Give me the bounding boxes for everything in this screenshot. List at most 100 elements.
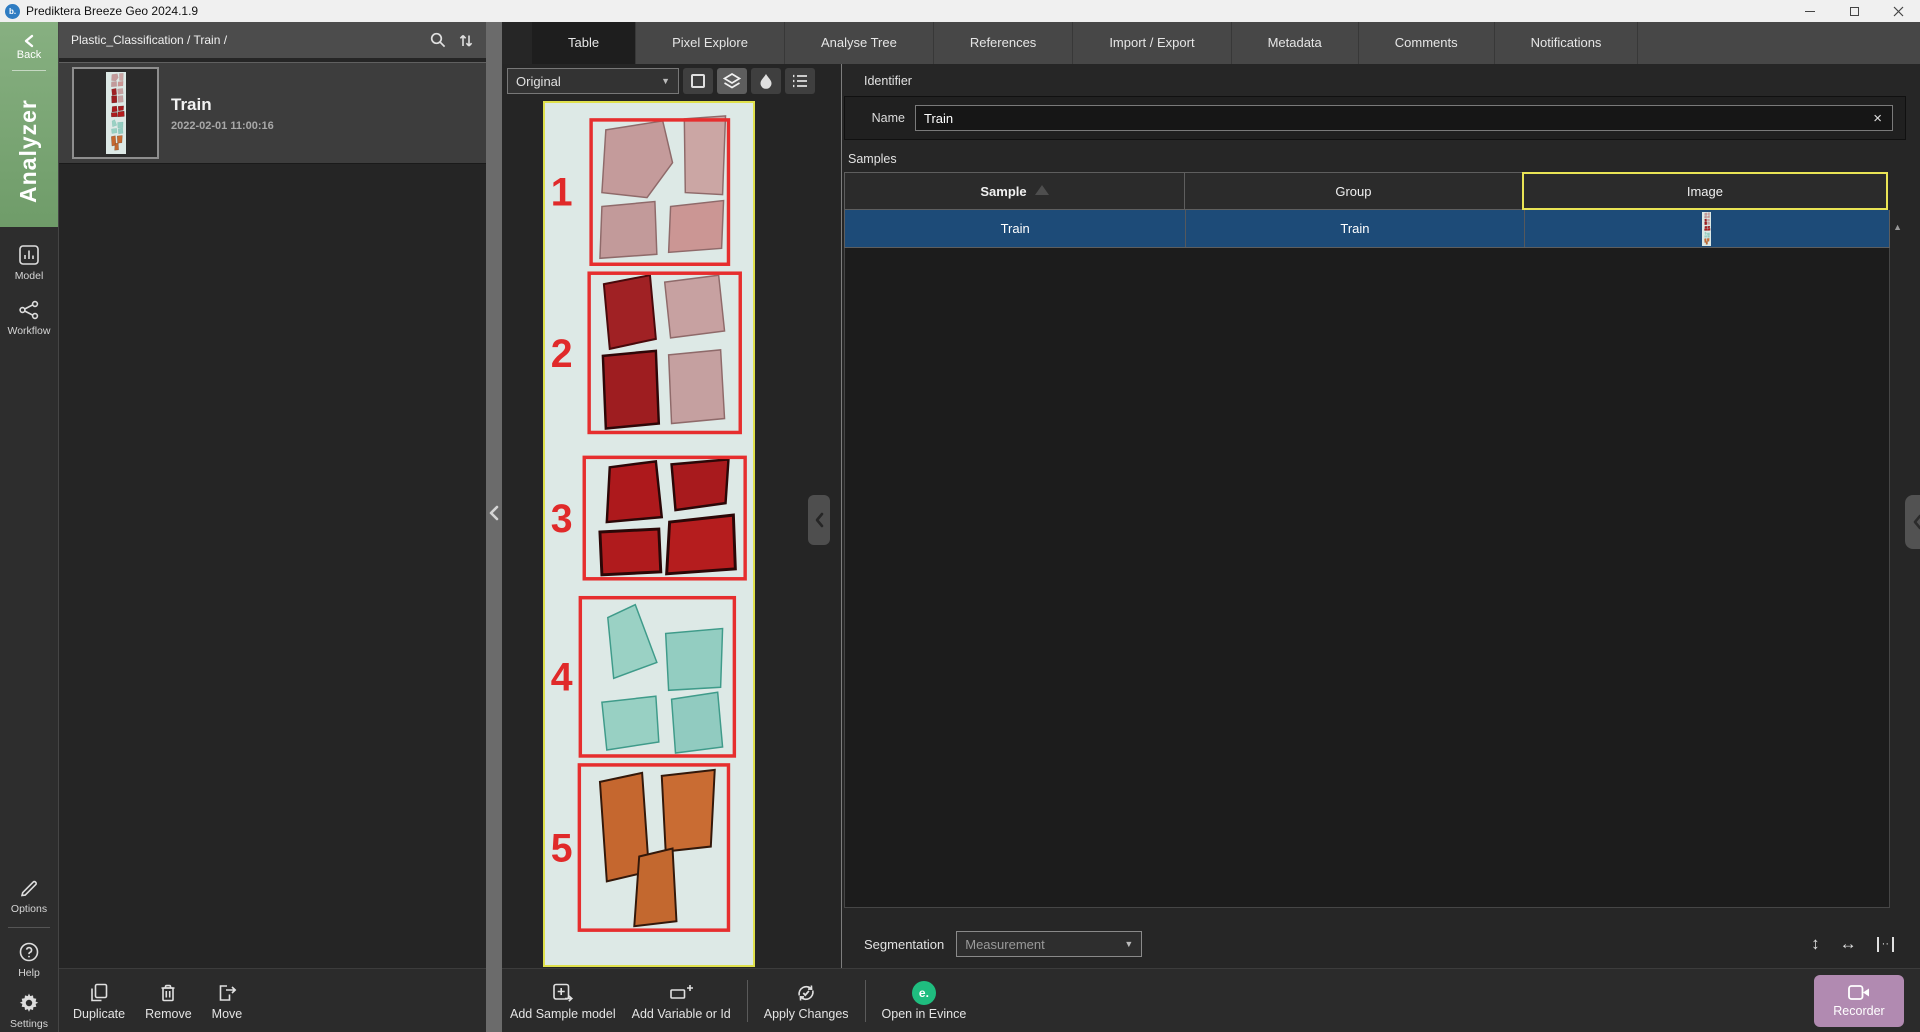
divider bbox=[12, 70, 46, 71]
sidebar-item-model[interactable]: Model bbox=[0, 243, 58, 282]
model-chart-icon bbox=[19, 245, 39, 265]
help-circle-icon bbox=[19, 942, 39, 962]
open-in-evince-button[interactable]: e. Open in Evince bbox=[881, 980, 967, 1021]
contrast-drop-button[interactable] bbox=[751, 68, 781, 94]
file-panel-header: Plastic_Classification / Train / bbox=[59, 22, 486, 58]
trash-icon bbox=[161, 984, 175, 1001]
tab-bar-lead bbox=[502, 22, 532, 64]
column-header-sample[interactable]: Sample bbox=[844, 172, 1185, 210]
divider bbox=[864, 979, 866, 1022]
selection-square-button[interactable] bbox=[683, 68, 713, 94]
collapse-left-icon bbox=[489, 505, 499, 521]
list-item-train[interactable]: Train 2022-02-01 11:00:16 bbox=[59, 62, 486, 164]
open-in-evince-label: Open in Evince bbox=[881, 1006, 967, 1021]
contrast-drop-icon bbox=[760, 74, 772, 89]
tab-metadata[interactable]: Metadata bbox=[1232, 22, 1359, 64]
add-sample-model-button[interactable]: Add Sample model bbox=[510, 981, 616, 1021]
sidebar-item-label: Workflow bbox=[7, 325, 51, 337]
collapse-viewer-handle[interactable] bbox=[808, 495, 830, 545]
resize-vertical-icon[interactable]: ↕ bbox=[1811, 934, 1820, 954]
identifier-panel: Name Train × bbox=[844, 96, 1906, 140]
resize-horizontal-icon[interactable]: ↔ bbox=[1840, 934, 1857, 954]
sidebar-item-label: Settings bbox=[10, 1018, 48, 1030]
move-button[interactable]: Move bbox=[212, 981, 242, 1021]
tab-comments[interactable]: Comments bbox=[1359, 22, 1495, 64]
sidebar-item-options[interactable]: Options bbox=[0, 876, 58, 915]
layer-select[interactable]: Original ▼ bbox=[507, 68, 679, 94]
segmentation-row: Segmentation Measurement ▼ ↕ ↔ ·· bbox=[842, 920, 1920, 968]
sidebar-item-workflow[interactable]: Workflow bbox=[0, 298, 58, 337]
name-input[interactable]: Train × bbox=[915, 105, 1893, 131]
row-strip-thumbnail bbox=[1702, 211, 1712, 246]
add-variable-button[interactable]: Add Variable or Id bbox=[632, 981, 731, 1021]
tab-references[interactable]: References bbox=[934, 22, 1074, 64]
minimize-button[interactable] bbox=[1788, 0, 1832, 22]
file-toolbar: Duplicate Remove Move bbox=[59, 968, 486, 1032]
chevron-left-icon bbox=[24, 34, 34, 48]
segmentation-select[interactable]: Measurement ▼ bbox=[956, 931, 1143, 957]
resize-columns-icon[interactable]: ·· bbox=[1876, 936, 1894, 952]
clear-icon[interactable]: × bbox=[1863, 110, 1892, 127]
duplicate-button[interactable]: Duplicate bbox=[73, 981, 125, 1021]
minimize-icon bbox=[1805, 10, 1815, 12]
table-row[interactable]: Train Train bbox=[844, 210, 1890, 248]
pencil-icon bbox=[20, 880, 37, 897]
workflow-nodes-icon bbox=[19, 300, 39, 320]
expand-right-panel-handle[interactable] bbox=[1905, 495, 1920, 549]
search-icon[interactable] bbox=[429, 31, 447, 49]
scrollbar-up-icon[interactable]: ▲ bbox=[1893, 222, 1902, 232]
cell-image bbox=[1523, 210, 1889, 247]
duplicate-label: Duplicate bbox=[73, 1006, 126, 1021]
close-button[interactable] bbox=[1876, 0, 1920, 22]
column-header-group[interactable]: Group bbox=[1183, 172, 1523, 210]
evince-icon: e. bbox=[911, 980, 936, 1005]
breadcrumb: Plastic_Classification / Train / bbox=[71, 33, 228, 47]
nav-rail-bottom: Options Help Settings bbox=[0, 864, 58, 1032]
title-bar: b. Prediktera Breeze Geo 2024.1.9 bbox=[0, 0, 1920, 22]
chevron-down-icon: ▼ bbox=[661, 76, 670, 86]
viewer-toolbar: Original ▼ bbox=[507, 68, 815, 94]
region-number: 4 bbox=[551, 655, 573, 699]
close-icon bbox=[1893, 6, 1903, 16]
gear-icon bbox=[19, 993, 39, 1012]
add-variable-label: Add Variable or Id bbox=[631, 1006, 731, 1021]
segmentation-value: Measurement bbox=[965, 936, 1045, 952]
samples-heading: Samples bbox=[848, 152, 897, 166]
window-title: Prediktera Breeze Geo 2024.1.9 bbox=[26, 4, 199, 18]
region-number: 5 bbox=[551, 826, 573, 870]
sidebar-item-settings[interactable]: Settings bbox=[0, 991, 58, 1030]
tab-import-export[interactable]: Import / Export bbox=[1073, 22, 1232, 64]
tab-table[interactable]: Table bbox=[532, 22, 637, 64]
apply-changes-button[interactable]: Apply Changes bbox=[764, 981, 849, 1021]
samples-table: Sample Group Image Train Train bbox=[844, 172, 1890, 248]
add-sample-model-label: Add Sample model bbox=[510, 1006, 616, 1021]
layers-button[interactable] bbox=[717, 68, 747, 94]
layers-icon bbox=[722, 73, 742, 89]
image-viewer: 1 2 3 4 5 Original ▼ bbox=[502, 64, 842, 968]
window-controls bbox=[1788, 0, 1920, 22]
file-panel: Plastic_Classification / Train / Train 2… bbox=[59, 22, 486, 1032]
back-panel[interactable]: Back Analyzer bbox=[0, 22, 58, 227]
region-number: 3 bbox=[551, 497, 573, 541]
sidebar-item-label: Model bbox=[14, 270, 44, 282]
chevron-down-icon: ▼ bbox=[1124, 939, 1134, 949]
maximize-button[interactable] bbox=[1832, 0, 1876, 22]
hyperspectral-image[interactable]: 1 2 3 4 5 bbox=[543, 101, 755, 967]
recorder-label: Recorder bbox=[1833, 1004, 1885, 1018]
remove-button[interactable]: Remove bbox=[145, 981, 192, 1021]
tab-analyse-tree[interactable]: Analyse Tree bbox=[785, 22, 934, 64]
tab-notifications[interactable]: Notifications bbox=[1495, 22, 1639, 64]
list-button[interactable] bbox=[785, 68, 815, 94]
recorder-button[interactable]: Recorder bbox=[1814, 975, 1904, 1027]
panel-splitter[interactable] bbox=[486, 22, 502, 1032]
column-header-image[interactable]: Image bbox=[1521, 172, 1888, 210]
region-number: 1 bbox=[551, 170, 573, 214]
app-logo-icon: b. bbox=[5, 3, 20, 19]
sort-icon[interactable] bbox=[458, 32, 474, 49]
app-body: Back Analyzer Model Workflow Options Hel… bbox=[0, 22, 1920, 1032]
cell-sample: Train bbox=[1000, 221, 1030, 236]
segmentation-label: Segmentation bbox=[864, 936, 945, 952]
sidebar-item-help[interactable]: Help bbox=[0, 940, 58, 979]
tab-pixel-explore[interactable]: Pixel Explore bbox=[636, 22, 785, 64]
name-value: Train bbox=[924, 110, 954, 126]
